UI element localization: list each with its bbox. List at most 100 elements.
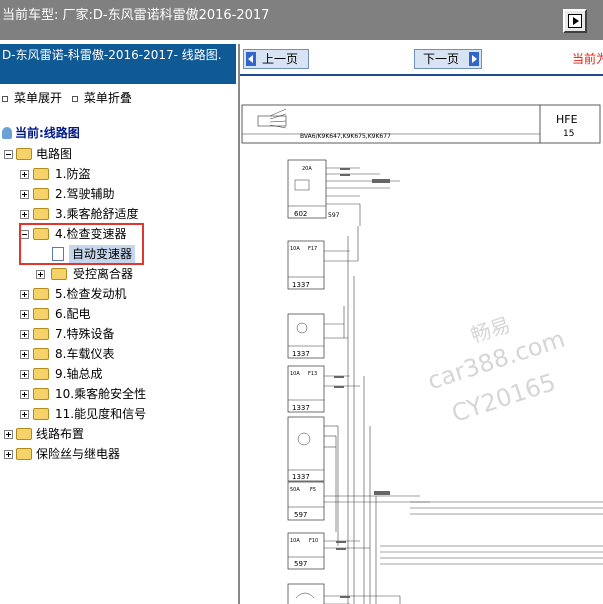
expand-toggle-icon[interactable] xyxy=(20,330,29,339)
collapse-icon xyxy=(71,95,78,102)
folder-icon xyxy=(16,448,32,460)
folder-icon xyxy=(33,388,49,400)
component-number: 597 xyxy=(328,212,340,219)
model-header: D-东风雷诺-科雷傲-2016-2017- 线路图. xyxy=(0,44,236,84)
fuse-rating: 10A xyxy=(290,371,300,377)
folder-open-icon xyxy=(16,148,32,160)
current-location-text: 当前:线路图 xyxy=(15,126,80,140)
collapse-toggle-icon[interactable] xyxy=(4,150,13,159)
folder-icon xyxy=(33,348,49,360)
tree-item-label: 受控离合器 xyxy=(73,267,134,281)
folder-icon xyxy=(33,168,49,180)
component-number: 1337 xyxy=(292,350,310,358)
fuse-rating: 50A xyxy=(290,487,300,493)
expand-toggle-icon[interactable] xyxy=(20,410,29,419)
expand-toggle-icon[interactable] xyxy=(20,390,29,399)
component-number: 1337 xyxy=(292,281,310,289)
component-box-8[interactable]: 247 xyxy=(287,583,325,604)
location-icon xyxy=(2,127,12,139)
component-number: 1337 xyxy=(292,404,310,412)
arrow-right-icon xyxy=(469,52,479,66)
expand-icon xyxy=(2,95,8,102)
component-box-2[interactable]: 10A F17 1337 xyxy=(287,240,325,290)
menu-expand-link[interactable]: 菜单展开 xyxy=(14,91,62,105)
next-page-label: 下一页 xyxy=(423,52,460,66)
folder-icon xyxy=(33,308,49,320)
tree-item-label: 9.轴总成 xyxy=(55,367,103,381)
expand-toggle-icon[interactable] xyxy=(4,430,13,439)
folder-icon xyxy=(33,288,49,300)
prev-page-label: 上一页 xyxy=(262,52,299,66)
title-bar: 当前车型: 厂家:D-东风雷诺科雷傲2016-2017 xyxy=(0,0,603,40)
tree-item-label: 7.特殊设备 xyxy=(55,327,115,341)
component-box-5[interactable]: 1337 xyxy=(287,416,325,482)
tree-item-label: 5.检查发动机 xyxy=(55,287,127,301)
current-location: 当前:线路图 xyxy=(2,124,80,141)
exit-button[interactable] xyxy=(563,9,587,33)
tree-item-label: 11.能见度和信号 xyxy=(55,407,147,421)
folder-icon xyxy=(16,428,32,440)
tree-item-label: 8.车载仪表 xyxy=(55,347,115,361)
folder-icon xyxy=(33,368,49,380)
expand-toggle-icon[interactable] xyxy=(20,290,29,299)
expand-toggle-icon[interactable] xyxy=(20,370,29,379)
tree-item-label: 6.配电 xyxy=(55,307,91,321)
expand-toggle-icon[interactable] xyxy=(20,170,29,179)
connector-header-frame xyxy=(241,104,601,144)
folder-icon xyxy=(33,408,49,420)
tree-item-label: 2.驾驶辅助 xyxy=(55,187,115,201)
tree-item-label: 3.乘客舱舒适度 xyxy=(55,207,139,221)
tree-item-label: 10.乘客舱安全性 xyxy=(55,387,147,401)
fuse-rating: 20A xyxy=(302,166,312,172)
folder-icon xyxy=(33,208,49,220)
prev-page-button[interactable]: 上一页 xyxy=(243,49,309,69)
gauge-icon xyxy=(296,322,308,334)
window-title: 当前车型: 厂家:D-东风雷诺科雷傲2016-2017 xyxy=(2,8,270,23)
expand-toggle-icon[interactable] xyxy=(20,310,29,319)
hfe-number: 15 xyxy=(563,129,574,139)
gauge-icon xyxy=(297,432,311,446)
component-box-1[interactable]: 20A 602 597 xyxy=(287,159,340,219)
fuse-code: F13 xyxy=(308,371,317,377)
component-box-6[interactable]: 50A F5 597 xyxy=(287,481,325,521)
tree-item-label: 电路图 xyxy=(36,147,73,161)
relay-icon xyxy=(294,179,310,191)
component-number: 597 xyxy=(294,560,307,568)
next-page-button[interactable]: 下一页 xyxy=(414,49,482,69)
fuse-rating: 10A xyxy=(290,538,300,544)
expand-toggle-icon[interactable] xyxy=(4,450,13,459)
page-navigation: 上一页 下一页 当前为 xyxy=(240,44,603,74)
fuse-code: F5 xyxy=(310,487,316,493)
current-page-indicator: 当前为 xyxy=(572,52,603,66)
expand-toggle-icon[interactable] xyxy=(20,210,29,219)
fuse-rating: 10A xyxy=(290,246,300,252)
component-box-4[interactable]: 10A F13 1337 xyxy=(287,365,325,413)
expand-toggle-icon[interactable] xyxy=(20,350,29,359)
expand-toggle-icon[interactable] xyxy=(20,190,29,199)
sensor-icon xyxy=(295,592,315,599)
component-number: 597 xyxy=(294,511,307,519)
highlight-box xyxy=(19,223,144,265)
component-code: 602 xyxy=(294,210,307,218)
fuse-code: F10 xyxy=(309,538,318,544)
menu-collapse-link[interactable]: 菜单折叠 xyxy=(84,91,132,105)
exit-icon xyxy=(568,14,582,28)
connector-plug-icon xyxy=(257,108,287,129)
tree-item-label: 保险丝与继电器 xyxy=(36,447,121,461)
component-box-7[interactable]: 10A F10 597 xyxy=(287,532,325,570)
wire-labels xyxy=(334,168,390,598)
menu-controls: 菜单展开 菜单折叠 xyxy=(2,89,138,106)
hfe-label: HFE xyxy=(556,113,578,126)
diagram-panel: 上一页 下一页 当前为 BVA6/K9K647,K9K675,K9K677 HF… xyxy=(240,44,603,604)
folder-icon xyxy=(33,188,49,200)
wire-harness xyxy=(324,167,603,604)
expand-toggle-icon[interactable] xyxy=(36,270,45,279)
arrow-left-icon xyxy=(246,52,256,66)
fuse-code: F17 xyxy=(308,246,317,252)
component-number: 1337 xyxy=(292,473,310,481)
component-box-3[interactable]: 1337 xyxy=(287,313,325,359)
tree-item-label: 线路布置 xyxy=(36,427,85,441)
navigation-panel: D-东风雷诺-科雷傲-2016-2017- 线路图. 菜单展开 菜单折叠 当前:… xyxy=(0,44,238,604)
bus-label: BVA6/K9K647,K9K675,K9K677 xyxy=(300,133,391,140)
folder-icon xyxy=(51,268,67,280)
